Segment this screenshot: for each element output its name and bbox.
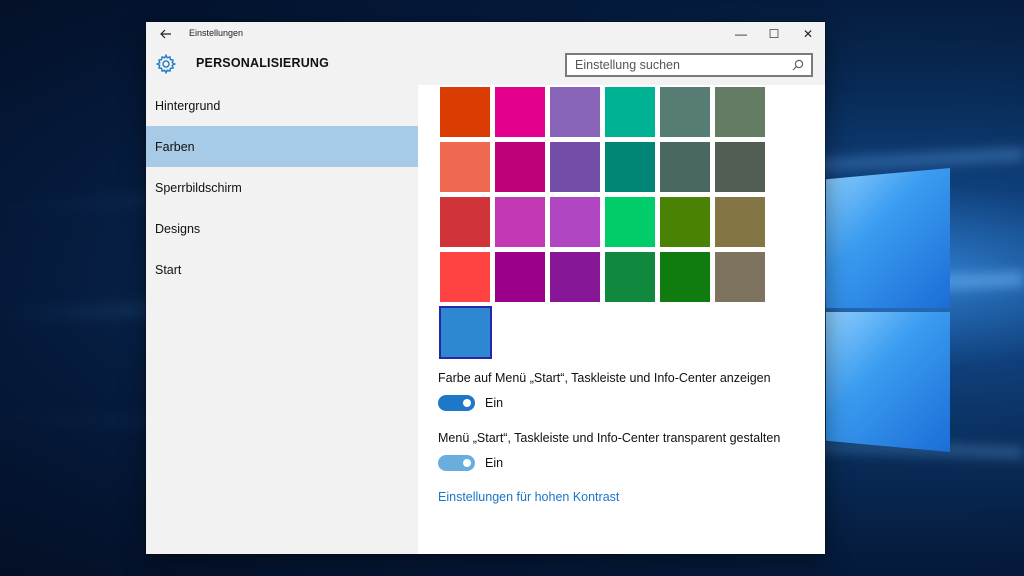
search-icon[interactable] <box>792 58 806 72</box>
search-input[interactable]: Einstellung suchen <box>565 53 813 77</box>
accent-on-start-toggle[interactable] <box>438 395 475 411</box>
accent-on-start-label: Farbe auf Menü „Start“, Taskleiste und I… <box>438 371 771 385</box>
color-swatch[interactable] <box>715 252 765 302</box>
color-swatch-selected[interactable] <box>439 306 492 359</box>
toggle-state-label: Ein <box>485 456 504 470</box>
settings-window: Einstellungen — ☐ ✕ PERSONALISIERUNG Ein… <box>146 22 825 554</box>
search-placeholder: Einstellung suchen <box>575 58 680 72</box>
color-swatch[interactable] <box>550 87 600 137</box>
sidebar-item-label: Farben <box>155 139 195 154</box>
color-swatch[interactable] <box>660 197 710 247</box>
color-swatch[interactable] <box>660 252 710 302</box>
color-swatch[interactable] <box>660 142 710 192</box>
page-title: PERSONALISIERUNG <box>196 56 330 70</box>
close-button[interactable]: ✕ <box>791 22 825 45</box>
gear-icon <box>155 53 177 75</box>
color-swatch[interactable] <box>495 142 545 192</box>
color-swatch[interactable] <box>715 87 765 137</box>
color-swatch[interactable] <box>605 87 655 137</box>
sidebar-item-designs[interactable]: Designs <box>146 208 418 249</box>
maximize-button[interactable]: ☐ <box>757 22 791 45</box>
minimize-button[interactable]: — <box>724 22 758 45</box>
sidebar-item-sperrbildschirm[interactable]: Sperrbildschirm <box>146 167 418 208</box>
windows-logo-pane <box>826 168 950 308</box>
windows-logo <box>826 150 956 460</box>
window-title: Einstellungen <box>189 28 244 38</box>
high-contrast-link[interactable]: Einstellungen für hohen Kontrast <box>438 490 619 504</box>
sidebar-item-label: Designs <box>155 221 201 236</box>
transparency-toggle[interactable] <box>438 455 475 471</box>
color-swatch[interactable] <box>660 87 710 137</box>
color-swatch[interactable] <box>440 142 490 192</box>
color-swatch[interactable] <box>440 252 490 302</box>
color-swatch[interactable] <box>495 197 545 247</box>
toggle-knob <box>463 399 471 407</box>
color-swatch[interactable] <box>440 197 490 247</box>
toggle-state-label: Ein <box>485 396 504 410</box>
windows-logo-pane <box>826 312 950 452</box>
color-swatch[interactable] <box>715 142 765 192</box>
color-swatch[interactable] <box>605 197 655 247</box>
title-bar: Einstellungen — ☐ ✕ <box>146 22 825 45</box>
back-arrow-icon[interactable] <box>154 23 178 44</box>
color-swatch[interactable] <box>605 142 655 192</box>
sidebar: Hintergrund Farben Sperrbildschirm Desig… <box>146 85 418 554</box>
sidebar-item-label: Hintergrund <box>155 98 221 113</box>
sidebar-item-hintergrund[interactable]: Hintergrund <box>146 85 418 126</box>
transparency-label: Menü „Start“, Taskleiste und Info-Center… <box>438 431 781 445</box>
sidebar-item-start[interactable]: Start <box>146 249 418 290</box>
colors-content: Farbe auf Menü „Start“, Taskleiste und I… <box>418 85 825 554</box>
color-swatch[interactable] <box>550 197 600 247</box>
sidebar-item-label: Start <box>155 262 182 277</box>
color-swatch[interactable] <box>550 252 600 302</box>
toggle-knob <box>463 459 471 467</box>
sidebar-item-farben[interactable]: Farben <box>146 126 418 167</box>
color-swatch[interactable] <box>440 87 490 137</box>
color-swatch[interactable] <box>495 252 545 302</box>
color-swatch[interactable] <box>715 197 765 247</box>
color-swatch[interactable] <box>495 87 545 137</box>
color-swatch[interactable] <box>605 252 655 302</box>
color-swatch[interactable] <box>550 142 600 192</box>
sidebar-item-label: Sperrbildschirm <box>155 180 242 195</box>
